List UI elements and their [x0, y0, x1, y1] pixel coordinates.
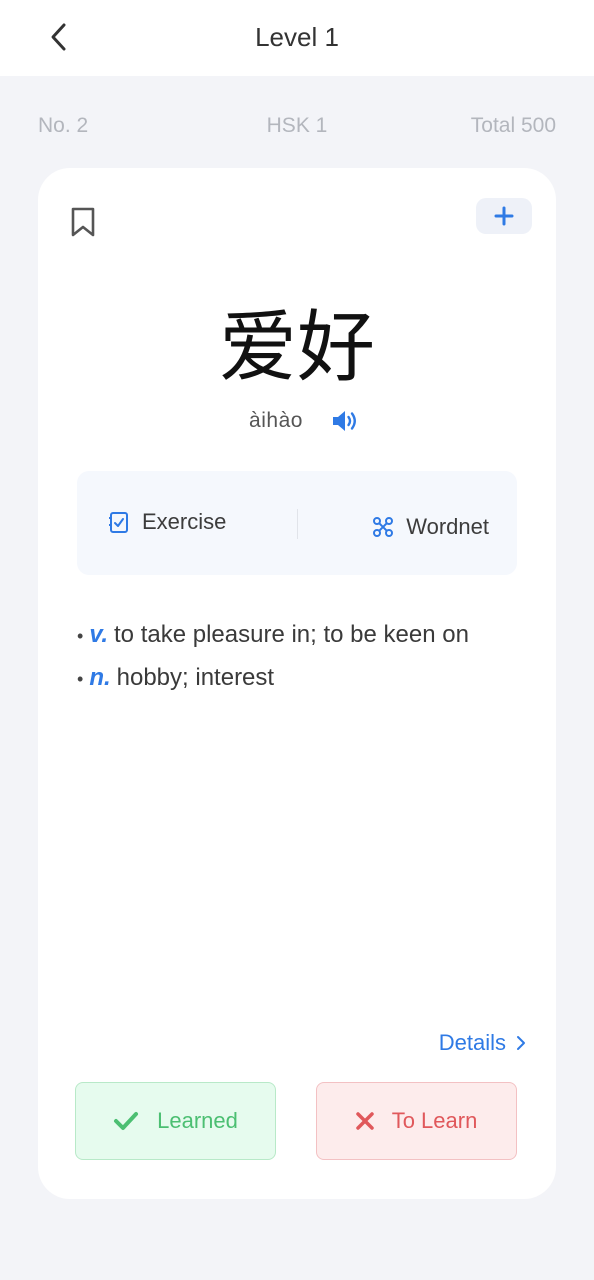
progress-stats: No. 2 HSK 1 Total 500	[38, 114, 556, 142]
add-to-list-button[interactable]	[476, 198, 532, 234]
checklist-icon	[109, 512, 128, 533]
wordnet-button[interactable]: Wordnet	[372, 514, 489, 540]
word-hanzi: 爱好	[218, 303, 375, 393]
bookmark-button[interactable]	[68, 206, 98, 238]
definition-text: hobby; interest	[116, 664, 275, 691]
part-of-speech: n.	[89, 664, 111, 691]
check-icon	[114, 1112, 139, 1130]
word-total: Total 500	[470, 114, 556, 137]
definition-item: • v. to take pleasure in; to be keen on	[77, 614, 537, 657]
page-title: Level 1	[255, 22, 339, 52]
details-label: Details	[438, 1030, 506, 1055]
cross-icon	[355, 1112, 374, 1130]
network-icon	[373, 517, 394, 537]
plus-icon	[494, 206, 514, 226]
bullet: •	[77, 669, 84, 689]
tools-divider	[297, 509, 298, 539]
to-learn-label: To Learn	[391, 1108, 478, 1133]
top-bar: Level 1	[0, 0, 594, 76]
learned-button[interactable]: Learned	[75, 1082, 276, 1160]
definition-text: to take pleasure in; to be keen on	[114, 621, 469, 648]
part-of-speech: v.	[89, 621, 109, 648]
wordnet-label: Wordnet	[406, 514, 489, 539]
bookmark-icon	[71, 207, 95, 237]
definition-item: • n. hobby; interest	[77, 657, 537, 700]
study-tools-panel: Exercise Wordnet	[77, 471, 517, 575]
speaker-icon[interactable]	[331, 408, 359, 434]
learned-label: Learned	[157, 1108, 238, 1133]
pronunciation-row: àihào	[38, 406, 556, 436]
bullet: •	[77, 626, 84, 646]
details-link[interactable]: Details	[439, 1030, 526, 1056]
exercise-button[interactable]: Exercise	[108, 509, 226, 535]
chevron-right-icon	[517, 1036, 525, 1050]
word-pinyin: àihào	[249, 409, 303, 432]
exercise-label: Exercise	[142, 509, 227, 534]
word-card: 爱好 àihào Exercise Wordnet • v. to take p…	[38, 168, 556, 1199]
to-learn-button[interactable]: To Learn	[316, 1082, 517, 1160]
definition-list: • v. to take pleasure in; to be keen on • n…	[77, 614, 537, 700]
